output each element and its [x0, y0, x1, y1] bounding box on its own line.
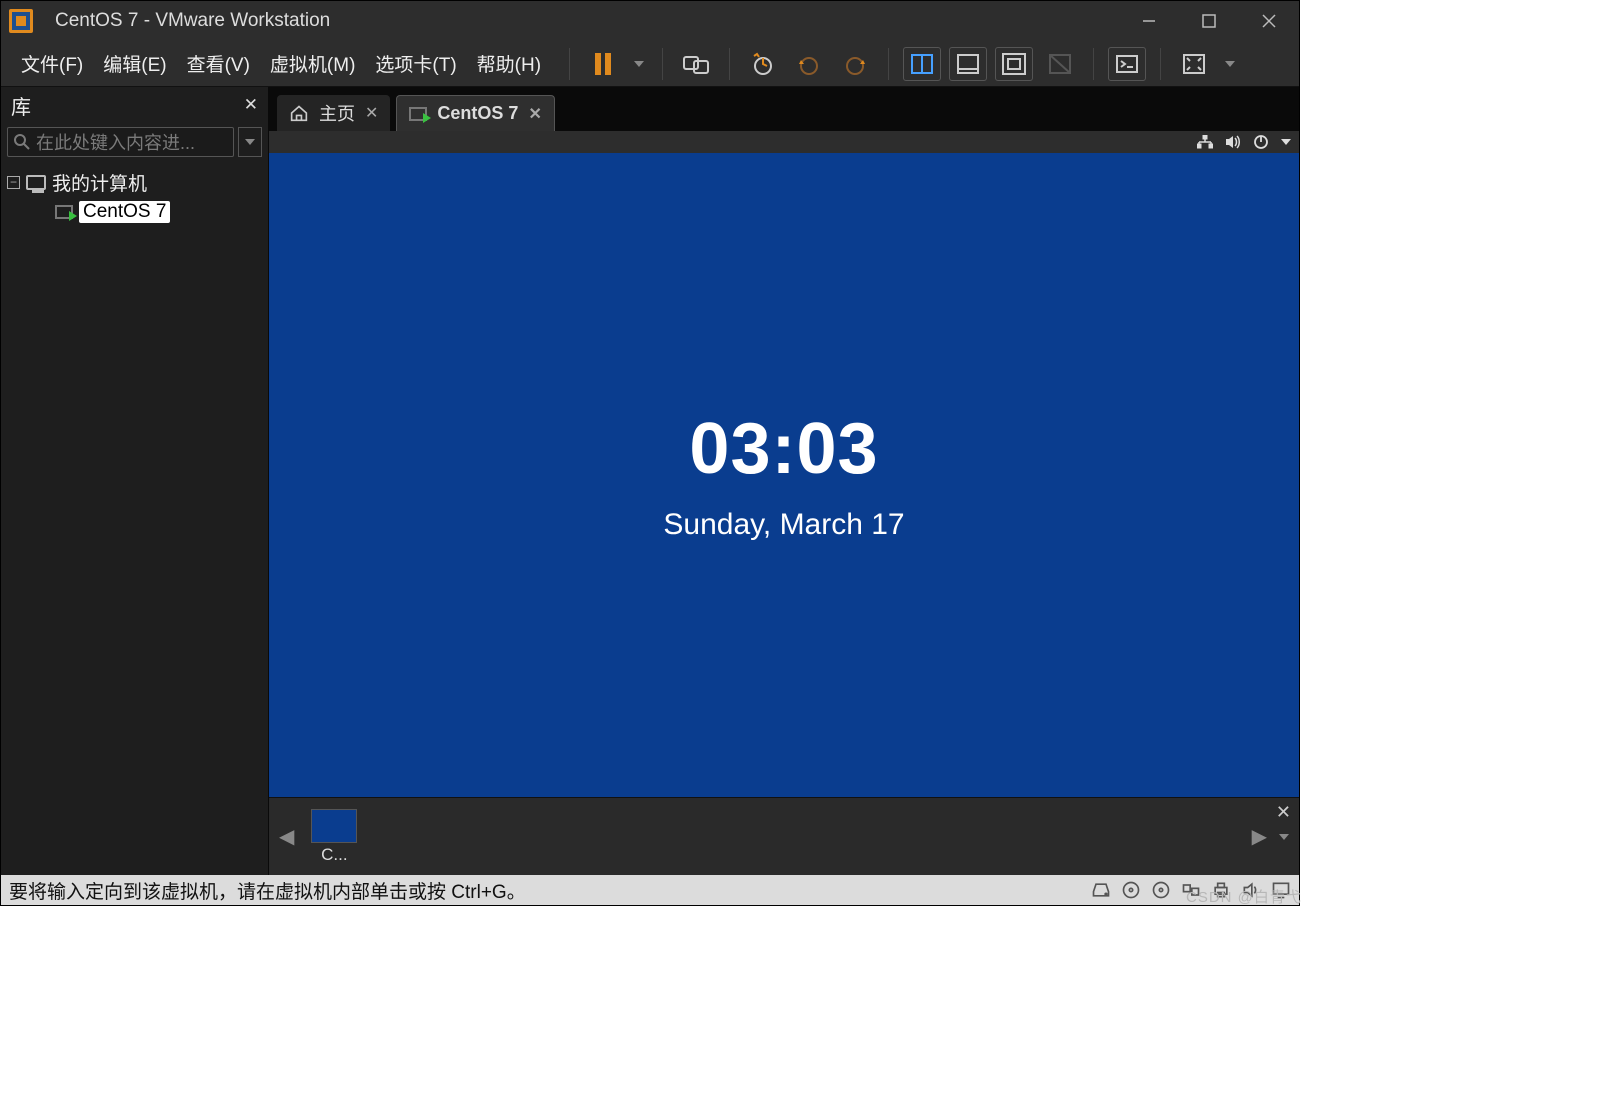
- guest-clock: 03:03: [689, 408, 878, 490]
- guest-top-bar: [269, 131, 1299, 153]
- snapshot-manager-button[interactable]: [836, 47, 874, 81]
- library-search-input[interactable]: 在此处键入内容进...: [7, 127, 234, 157]
- tab-home[interactable]: 主页 ✕: [277, 95, 390, 131]
- power-icon[interactable]: [1253, 134, 1269, 150]
- enter-cli-button[interactable]: [1108, 47, 1146, 81]
- menu-tabs[interactable]: 选项卡(T): [365, 46, 466, 81]
- thumb-menu-button[interactable]: [1279, 834, 1289, 840]
- menu-help[interactable]: 帮助(H): [467, 46, 551, 81]
- title-bar: CentOS 7 - VMware Workstation: [1, 1, 1299, 41]
- status-hint: 要将输入定向到该虚拟机，请在虚拟机内部单击或按 Ctrl+G。: [9, 877, 526, 904]
- thumbnail-bar: ◀ C... ▶ ✕: [269, 797, 1299, 875]
- watermark: CSDN @白青弋: [1186, 886, 1302, 907]
- library-title: 库: [11, 91, 31, 120]
- library-close-icon[interactable]: ✕: [244, 95, 258, 115]
- snapshot-revert-button[interactable]: [790, 47, 828, 81]
- menu-bar: 文件(F) 编辑(E) 查看(V) 虚拟机(M) 选项卡(T) 帮助(H): [1, 41, 1299, 87]
- tab-home-close-icon[interactable]: ✕: [365, 103, 378, 123]
- tree-root-my-computer[interactable]: − 我的计算机: [7, 167, 262, 197]
- thumbnail-centos7[interactable]: C...: [308, 809, 360, 865]
- tab-bar: 主页 ✕ CentOS 7 ✕: [269, 87, 1299, 131]
- thumb-prev-button[interactable]: ◀: [279, 824, 294, 849]
- tree-collapse-icon[interactable]: −: [7, 176, 20, 189]
- cd-icon[interactable]: [1121, 880, 1141, 900]
- tab-vm-close-icon[interactable]: ✕: [528, 104, 541, 124]
- tree-item-label: CentOS 7: [79, 201, 170, 223]
- send-ctrl-alt-del-button[interactable]: [677, 47, 715, 81]
- home-icon: [289, 104, 309, 122]
- close-button[interactable]: [1239, 1, 1299, 41]
- menu-view[interactable]: 查看(V): [177, 46, 260, 81]
- library-sidebar: 库 ✕ 在此处键入内容进... − 我的计算机 CentOS 7: [1, 87, 269, 875]
- maximize-button[interactable]: [1179, 1, 1239, 41]
- tab-home-label: 主页: [319, 100, 355, 126]
- thumb-close-button[interactable]: ✕: [1276, 802, 1291, 823]
- app-logo-icon: [9, 9, 33, 33]
- menu-edit[interactable]: 编辑(E): [93, 46, 176, 81]
- vm-icon: [55, 205, 73, 219]
- snapshot-take-button[interactable]: [744, 47, 782, 81]
- vm-view[interactable]: 03:03 Sunday, March 17: [269, 131, 1299, 797]
- thumbnail-image: [311, 809, 357, 843]
- harddisk-icon[interactable]: [1091, 880, 1111, 900]
- vm-icon: [409, 107, 427, 121]
- view-unity-button[interactable]: [995, 47, 1033, 81]
- menu-vm[interactable]: 虚拟机(M): [260, 46, 365, 81]
- window-title: CentOS 7 - VMware Workstation: [55, 10, 330, 32]
- network-icon[interactable]: [1197, 135, 1213, 149]
- computer-icon: [26, 175, 46, 190]
- view-single-button[interactable]: [949, 47, 987, 81]
- view-side-by-side-button[interactable]: [903, 47, 941, 81]
- tab-vm-label: CentOS 7: [437, 103, 518, 124]
- view-console-disabled-button: [1041, 47, 1079, 81]
- volume-icon[interactable]: [1225, 135, 1241, 149]
- status-bar: 要将输入定向到该虚拟机，请在虚拟机内部单击或按 Ctrl+G。: [1, 875, 1299, 905]
- tab-centos7[interactable]: CentOS 7 ✕: [396, 95, 554, 131]
- tree-item-centos7[interactable]: CentOS 7: [7, 197, 262, 227]
- menu-file[interactable]: 文件(F): [11, 46, 93, 81]
- library-search-placeholder: 在此处键入内容进...: [36, 129, 195, 155]
- pause-button[interactable]: [584, 47, 622, 81]
- thumb-next-button[interactable]: ▶: [1252, 824, 1267, 849]
- fullscreen-dropdown[interactable]: [1221, 61, 1239, 67]
- library-search-dropdown[interactable]: [238, 127, 262, 157]
- guest-menu-dropdown-icon[interactable]: [1281, 139, 1291, 145]
- toolbar: [563, 41, 1239, 86]
- guest-date: Sunday, March 17: [663, 508, 904, 542]
- minimize-button[interactable]: [1119, 1, 1179, 41]
- thumbnail-label: C...: [321, 845, 347, 865]
- power-dropdown[interactable]: [630, 61, 648, 67]
- tree-root-label: 我的计算机: [52, 169, 147, 196]
- library-tree: − 我的计算机 CentOS 7: [1, 163, 268, 231]
- cd2-icon[interactable]: [1151, 880, 1171, 900]
- guest-lock-screen[interactable]: 03:03 Sunday, March 17: [269, 153, 1299, 797]
- fullscreen-button[interactable]: [1175, 47, 1213, 81]
- search-icon: [14, 134, 30, 150]
